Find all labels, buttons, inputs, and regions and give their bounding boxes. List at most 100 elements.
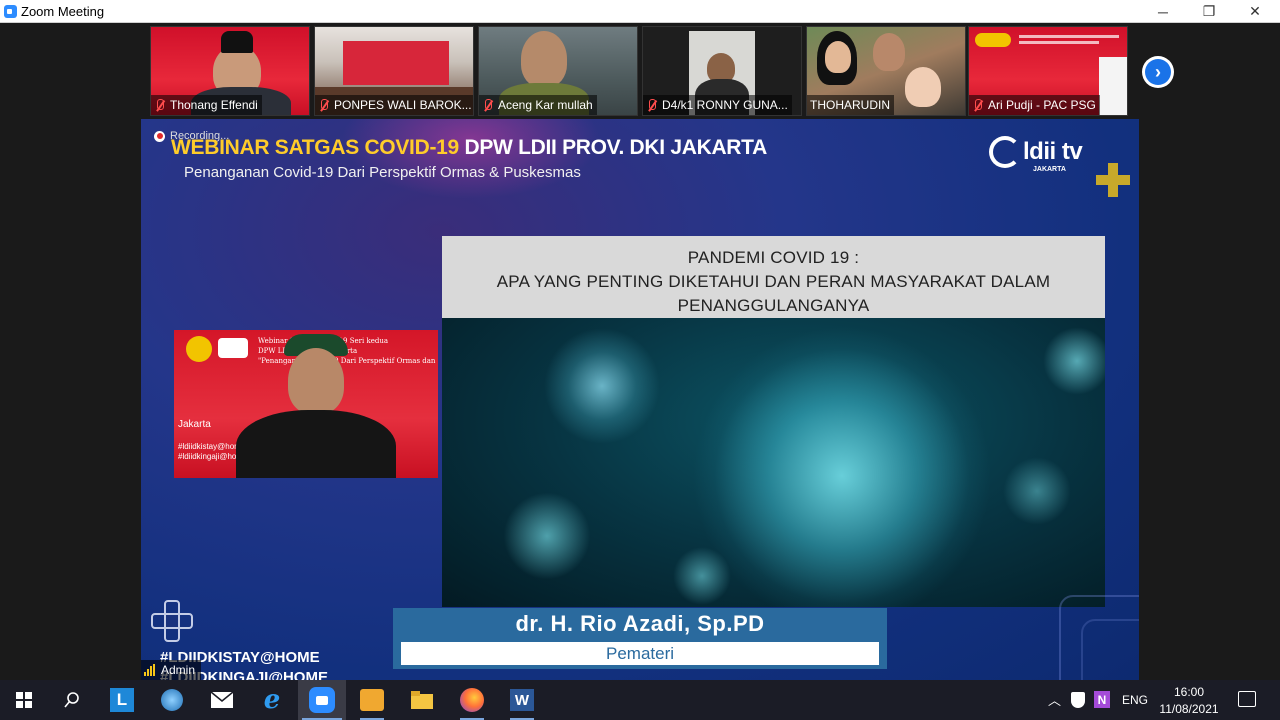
security-shield-icon[interactable] — [1071, 692, 1085, 708]
webinar-title-highlight: WEBINAR SATGAS COVID-19 — [171, 136, 459, 159]
tray-chevron-up-icon[interactable]: ︿ — [1048, 690, 1061, 709]
presentation-slide: PANDEMI COVID 19 : APA YANG PENTING DIKE… — [442, 236, 1105, 607]
participant-name: Aceng Kar mullah — [498, 98, 593, 112]
webinar-title: WEBINAR SATGAS COVID-19 DPW LDII PROV. D… — [171, 136, 767, 160]
mic-muted-icon — [154, 98, 165, 112]
taskbar-app-mail[interactable] — [198, 680, 246, 720]
participant-name: D4/k1 RONNY GUNA... — [662, 98, 788, 112]
l-app-icon: L — [110, 688, 134, 712]
participant-name-tag: PONPES WALI BAROK... — [315, 95, 473, 115]
taskbar-app-explorer[interactable] — [398, 680, 446, 720]
tray-app-icon[interactable]: N — [1094, 691, 1110, 708]
taskbar-app-l[interactable]: L — [98, 680, 146, 720]
virus-image — [542, 326, 662, 446]
participant-video — [825, 41, 851, 73]
participant-tile[interactable]: THOHARUDIN — [806, 26, 966, 116]
windows-taskbar: L e W ︿ N ENG 16:00 11/08/2021 — [0, 680, 1280, 720]
language-indicator[interactable]: ENG — [1122, 693, 1148, 707]
participant-video — [1019, 41, 1099, 44]
speaker-face — [288, 348, 344, 414]
mic-muted-icon — [318, 98, 329, 112]
slide-title-line: PANDEMI COVID 19 : — [687, 248, 860, 267]
webinar-subtitle: Penanganan Covid-19 Dari Perspektif Orma… — [184, 164, 581, 181]
speaker-bg-line: "Penanganan Covid-19 Dari Perspektif Orm… — [258, 357, 438, 365]
speaker-role: Pemateri — [401, 642, 879, 665]
participant-video — [1099, 57, 1127, 115]
slide-title-line: PENANGGULANGANYA — [677, 296, 870, 315]
taskbar-app-firefox[interactable] — [448, 680, 496, 720]
logo-text: ldii tv — [1023, 138, 1083, 165]
mic-muted-icon — [482, 98, 493, 112]
gold-cross-icon — [1096, 163, 1130, 197]
taskbar-app-zoom[interactable] — [298, 680, 346, 720]
participant-video — [873, 33, 905, 71]
virus-image — [1002, 456, 1072, 526]
clock-time: 16:00 — [1173, 685, 1205, 699]
search-icon — [64, 692, 79, 708]
internet-explorer-icon: e — [263, 685, 281, 715]
network-app-icon — [161, 689, 183, 711]
speaker-name-bar: dr. H. Rio Azadi, Sp.PD Pemateri — [393, 608, 887, 669]
participant-video — [905, 67, 941, 107]
ldii-tv-logo: ldii tv JAKARTA — [989, 136, 1083, 173]
participant-video — [221, 31, 253, 53]
participant-name: Ari Pudji - PAC PSG — [988, 98, 1096, 112]
participant-name: Thonang Effendi — [170, 98, 258, 112]
clock-date: 11/08/2021 — [1159, 702, 1219, 716]
participant-tile[interactable]: Ari Pudji - PAC PSG — [968, 26, 1128, 116]
participant-tile[interactable]: D4/k1 RONNY GUNA... — [642, 26, 802, 116]
participant-name-tag: Thonang Effendi — [151, 95, 262, 115]
virus-image — [672, 546, 732, 606]
windows-logo-icon — [16, 692, 32, 708]
meeting-area: Thonang Effendi PONPES WALI BAROK... Ace… — [0, 23, 1280, 680]
active-speaker-name: Admin — [161, 663, 196, 677]
speaker-bg-jakarta: Jakarta — [178, 419, 211, 430]
active-speaker-tag: Admin — [141, 660, 202, 680]
participant-name: THOHARUDIN — [810, 98, 890, 112]
restore-button[interactable]: ❐ — [1186, 0, 1232, 23]
virus-image — [1042, 326, 1105, 396]
mic-muted-icon — [972, 98, 983, 112]
search-button[interactable] — [48, 680, 96, 720]
participant-tile[interactable]: PONPES WALI BAROK... — [314, 26, 474, 116]
participant-name-tag: Ari Pudji - PAC PSG — [969, 95, 1100, 115]
participant-name-tag: Aceng Kar mullah — [479, 95, 597, 115]
taskbar-app-outlook[interactable] — [348, 680, 396, 720]
medical-cross-icon — [151, 600, 193, 642]
participant-name: PONPES WALI BAROK... — [334, 98, 472, 112]
decorative-frame — [1081, 619, 1139, 680]
mic-muted-icon — [646, 98, 657, 112]
chevron-right-icon: › — [1145, 59, 1171, 85]
speaker-video: Webinar Satgas Covid-19 Seri kedua DPW L… — [174, 330, 438, 478]
word-icon: W — [510, 689, 534, 711]
organization-logo-icon — [218, 338, 248, 358]
speaker-body — [236, 410, 396, 478]
slide-title-line: APA YANG PENTING DIKETAHUI DAN PERAN MAS… — [496, 272, 1051, 291]
taskbar-clock[interactable]: 16:00 11/08/2021 — [1150, 684, 1228, 718]
outlook-icon — [360, 689, 384, 711]
taskbar-app-ie[interactable]: e — [248, 680, 296, 720]
participant-video — [343, 41, 449, 85]
webinar-title-org: DPW LDII PROV. DKI JAKARTA — [464, 136, 768, 159]
participant-video — [1019, 35, 1119, 38]
logo-ring-icon — [989, 136, 1021, 168]
taskbar-app-word[interactable]: W — [498, 680, 546, 720]
record-icon — [154, 130, 165, 142]
participant-tile[interactable]: Thonang Effendi — [150, 26, 310, 116]
next-participants-button[interactable]: › — [1142, 56, 1174, 88]
firefox-icon — [460, 688, 484, 712]
speaker-name: dr. H. Rio Azadi, Sp.PD — [515, 611, 765, 636]
start-button[interactable] — [0, 680, 48, 720]
taskbar-app-network[interactable] — [148, 680, 196, 720]
minimize-button[interactable]: ─ — [1140, 0, 1186, 23]
participant-tile[interactable]: Aceng Kar mullah — [478, 26, 638, 116]
folder-icon — [411, 691, 433, 709]
mail-icon — [210, 691, 234, 708]
participant-name-tag: D4/k1 RONNY GUNA... — [643, 95, 792, 115]
close-button[interactable]: ✕ — [1232, 0, 1278, 23]
participant-name-tag: THOHARUDIN — [807, 95, 894, 115]
notification-center-icon[interactable] — [1238, 691, 1256, 707]
virus-image — [692, 326, 992, 607]
window-titlebar: Zoom Meeting ─ ❐ ✕ — [0, 0, 1280, 23]
shared-screen: Recording... WEBINAR SATGAS COVID-19 DPW… — [141, 119, 1139, 680]
